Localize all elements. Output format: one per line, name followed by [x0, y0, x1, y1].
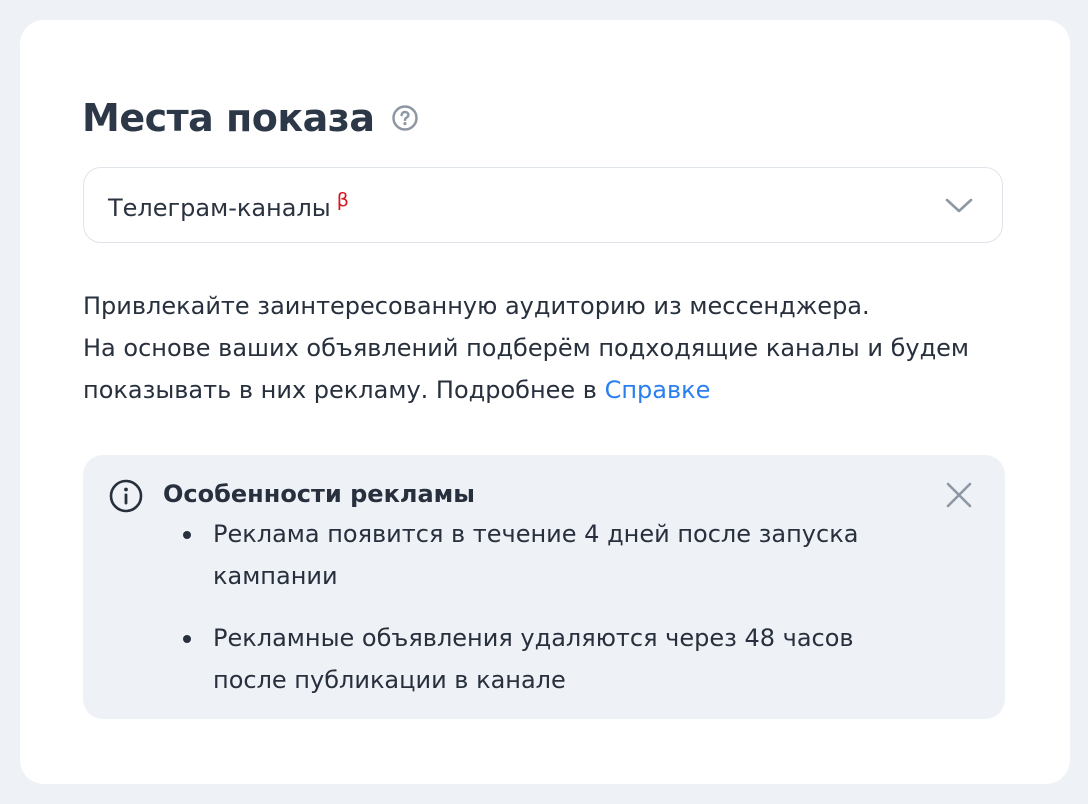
- notice-title: Особенности рекламы: [163, 480, 475, 508]
- help-link[interactable]: Справке: [605, 376, 711, 404]
- description: Привлекайте заинтересованную аудиторию и…: [83, 285, 1023, 411]
- page-title: Места показа: [82, 96, 375, 140]
- description-line: показывать в них рекламу. Подробнее в Сп…: [83, 376, 711, 404]
- title-row: Места показа: [82, 90, 419, 146]
- close-icon[interactable]: [943, 479, 975, 511]
- description-line: Привлекайте заинтересованную аудиторию и…: [83, 292, 870, 320]
- notice-list: Реклама появится в течение 4 дней после …: [183, 513, 943, 721]
- beta-badge: β: [336, 188, 349, 211]
- list-item: Рекламные объявления удаляются через 48 …: [183, 617, 943, 701]
- placements-card: Места показа Телеграм-каналы β Привлекайт…: [20, 20, 1070, 784]
- chevron-down-icon: [945, 198, 973, 213]
- question-circle-icon[interactable]: [391, 104, 419, 132]
- info-circle-icon: [109, 479, 143, 513]
- placement-select-value: Телеграм-каналы β: [108, 188, 349, 222]
- description-line: На основе ваших объявлений подберём подх…: [83, 334, 970, 362]
- notice-box: Особенности рекламы Реклама появится в т…: [83, 455, 1005, 719]
- list-item: Реклама появится в течение 4 дней после …: [183, 513, 943, 597]
- placement-select[interactable]: Телеграм-каналы β: [83, 167, 1003, 243]
